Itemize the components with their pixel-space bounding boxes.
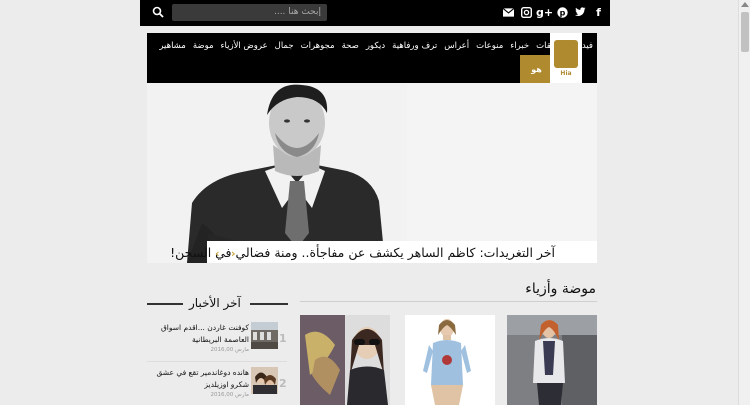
sidebar-title: آخر الأخبار <box>189 296 241 310</box>
svg-text:p: p <box>560 8 566 17</box>
nav-item-jewelry[interactable]: مجوهرات <box>301 41 335 51</box>
social-links: f p g+ <box>503 5 604 19</box>
mail-icon[interactable] <box>503 5 514 19</box>
huwa-tab[interactable]: هو <box>520 55 553 83</box>
pinterest-icon[interactable]: p <box>557 5 568 19</box>
news-thumbnail[interactable] <box>251 322 278 349</box>
nav-item-luxury[interactable]: ترف ورفاهية <box>392 41 437 51</box>
logo-row: هو Hia <box>147 33 597 83</box>
nav-menu: مشاهير موضة عروض الأزياء جمال مجوهرات صح… <box>159 41 593 51</box>
vertical-scrollbar[interactable] <box>738 0 750 405</box>
facebook-icon[interactable]: f <box>593 5 604 19</box>
scrollbar-thumb[interactable] <box>741 12 749 52</box>
sidebar-title-line <box>147 303 183 305</box>
news-item-date: 2016,00 مارس <box>210 392 250 398</box>
nav-item-weddings[interactable]: أعراس <box>444 41 469 51</box>
nav-item-experts[interactable]: خبراء <box>510 41 529 51</box>
search-icon[interactable] <box>152 6 164 18</box>
nav-item-fashion-shows[interactable]: عروض الأزياء <box>221 41 268 51</box>
search-input[interactable]: إبحث هنا .... <box>172 4 327 21</box>
logo-mark-icon <box>554 39 578 68</box>
news-item-number: 2 <box>279 377 287 390</box>
nav-item-fashion[interactable]: موضة <box>193 41 214 51</box>
section-divider <box>300 301 597 302</box>
news-thumbnail[interactable] <box>251 367 278 394</box>
scroll-up-arrow-icon[interactable] <box>741 2 749 7</box>
google-plus-icon[interactable]: g+ <box>536 5 553 19</box>
news-item-date: 2016,00 مارس <box>210 347 250 353</box>
news-item-title[interactable]: هانده دوغاندمير تقع في عشق شكرو اوزيلديز <box>149 367 249 391</box>
news-item[interactable]: هانده دوغاندمير تقع في عشق شكرو اوزيلديز… <box>147 367 287 405</box>
article-card-image[interactable] <box>405 315 495 405</box>
twitter-icon[interactable] <box>575 5 586 19</box>
page: إبحث هنا .... f p g+ مشاهير موضة عروض ال… <box>0 0 750 405</box>
nav-item-misc[interactable]: منوعات <box>476 41 503 51</box>
news-item[interactable]: كوفنت غاردن ...اقدم اسواق العاصمة البريط… <box>147 322 287 362</box>
news-item-number: 1 <box>279 332 287 345</box>
sidebar-title-line <box>250 303 288 305</box>
logo-text: Hia <box>560 69 572 77</box>
hero-slider[interactable]: ‹ › آخر التغريدات: كاظم الساهر يكشف عن م… <box>147 83 597 263</box>
hero-caption[interactable]: آخر التغريدات: كاظم الساهر يكشف عن مفاجأ… <box>170 245 555 260</box>
top-bar: إبحث هنا .... f p g+ <box>140 0 610 26</box>
nav-item-health[interactable]: صحة <box>342 41 359 51</box>
nav-item-beauty[interactable]: جمال <box>275 41 294 51</box>
instagram-icon[interactable] <box>521 5 532 19</box>
article-card-image[interactable] <box>300 315 390 405</box>
news-item-title[interactable]: كوفنت غاردن ...اقدم اسواق العاصمة البريط… <box>149 322 249 346</box>
site-logo[interactable]: Hia <box>550 33 582 83</box>
nav-item-decor[interactable]: ديكور <box>366 41 385 51</box>
hero-image <box>187 84 385 263</box>
nav-item-celebrities[interactable]: مشاهير <box>159 41 185 51</box>
hero-caption-bar: ‹ › آخر التغريدات: كاظم الساهر يكشف عن م… <box>170 241 597 263</box>
article-card-image[interactable] <box>507 315 597 405</box>
section-title[interactable]: موضة وأزياء <box>525 281 596 297</box>
news-divider <box>147 361 287 362</box>
